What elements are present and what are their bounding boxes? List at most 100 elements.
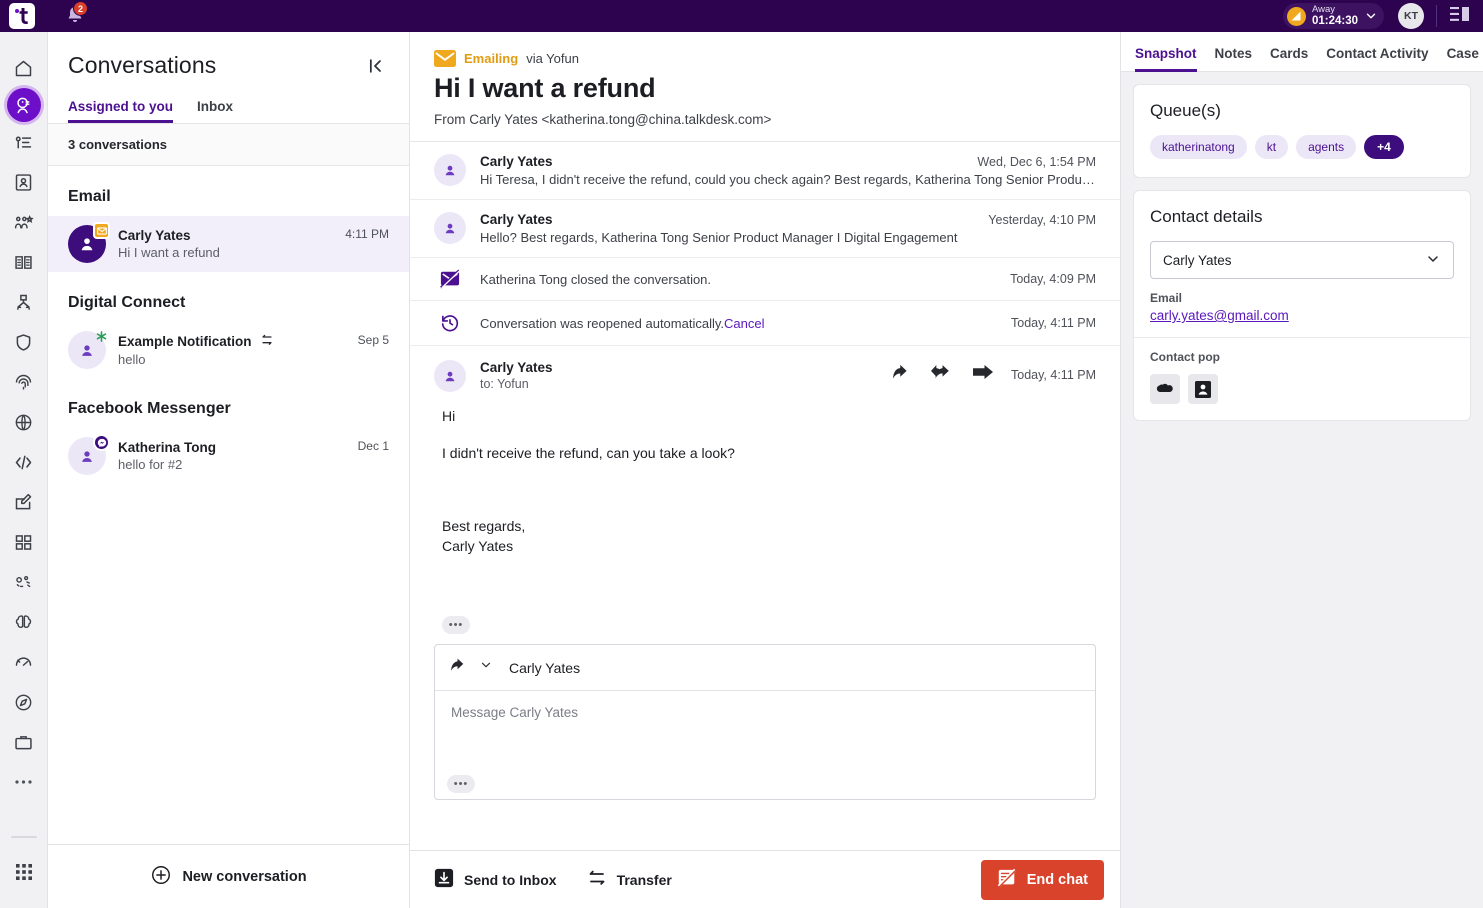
contact-pop-actions	[1134, 368, 1470, 420]
list-item-preview: Hi I want a refund	[118, 245, 220, 260]
end-chat-button[interactable]: End chat	[980, 859, 1104, 900]
performance-icon[interactable]	[4, 642, 44, 682]
app-grid-icon[interactable]	[4, 852, 44, 892]
transfer-label: Transfer	[616, 871, 672, 888]
composer-input-area[interactable]: Message Carly Yates •••	[435, 691, 1095, 799]
group-header-email: Email	[68, 188, 111, 205]
reply-icon[interactable]	[893, 363, 913, 386]
talkdesk-logo-icon[interactable]	[9, 3, 35, 29]
queue-chip[interactable]: katherinatong	[1150, 135, 1247, 159]
message-line-2: I didn't receive the refund, can you tak…	[442, 445, 735, 462]
queue-chip-more[interactable]: +4	[1364, 135, 1404, 159]
home-icon[interactable]	[4, 48, 44, 88]
list-item[interactable]: Carly Yates Hi I want a refund 4:11 PM	[48, 216, 409, 272]
forward-icon[interactable]	[973, 364, 993, 385]
tab-snapshot[interactable]: Snapshot	[1135, 46, 1197, 72]
routing-icon[interactable]	[4, 282, 44, 322]
chevron-down-icon	[1366, 13, 1376, 19]
notification-count-badge: 2	[73, 1, 88, 16]
thread-message-body: Carly Yates Wed, Dec 6, 1:54 PM Hi Teres…	[480, 154, 1096, 187]
send-to-inbox-icon	[434, 868, 454, 891]
message-line-1: Hi	[442, 408, 456, 424]
expanded-message-overflow-button[interactable]: •••	[442, 616, 470, 635]
list-item-body: Katherina Tong hello for #2	[118, 440, 346, 472]
send-to-inbox-button[interactable]: Send to Inbox	[434, 868, 557, 891]
conversation-list-header: Conversations	[48, 32, 409, 85]
studio-icon[interactable]	[4, 482, 44, 522]
contact-card-icon[interactable]	[1188, 374, 1218, 404]
composer-overflow-button[interactable]: •••	[447, 775, 475, 794]
cancel-reopen-link[interactable]: Cancel	[724, 316, 764, 331]
tab-assigned-to-you[interactable]: Assigned to you	[68, 99, 174, 123]
message-line-3: Best regards,	[442, 517, 526, 534]
app-root: 2 Away 01:24:30 KT Conversations Assigne…	[0, 0, 1483, 908]
group-header-digital-connect: Digital Connect	[68, 294, 186, 311]
conversation-list-tabs: Assigned to you Inbox	[48, 85, 409, 123]
customer-journey-icon[interactable]	[4, 202, 44, 242]
layout-toggle-icon[interactable]	[1449, 5, 1471, 28]
new-conversation-button[interactable]: New conversation	[48, 844, 409, 908]
list-item-time: Sep 5	[357, 333, 389, 347]
knowledge-base-icon[interactable]	[4, 242, 44, 282]
notifications-button[interactable]: 2	[63, 1, 88, 28]
contacts-icon[interactable]	[4, 162, 44, 202]
user-avatar[interactable]: KT	[1398, 3, 1424, 29]
tab-contact-activity[interactable]: Contact Activity	[1326, 46, 1428, 71]
thread-message-collapsed[interactable]: Carly Yates Yesterday, 4:10 PM Hello? Be…	[410, 200, 1120, 258]
top-bar-right: Away 01:24:30 KT	[1282, 0, 1483, 32]
away-status-icon	[1286, 6, 1306, 26]
quality-icon[interactable]	[4, 322, 44, 362]
end-chat-icon	[997, 868, 1017, 892]
expanded-message-sender: Carly Yates	[480, 360, 553, 375]
identity-icon[interactable]	[4, 362, 44, 402]
message-line-4: Carly Yates	[442, 537, 514, 554]
ai-brain-icon[interactable]	[4, 602, 44, 642]
apps-icon[interactable]	[4, 522, 44, 562]
agent-status-button[interactable]: Away 01:24:30	[1282, 3, 1384, 29]
list-item[interactable]: Example Notification hello Sep 5	[48, 322, 409, 378]
avatar	[68, 434, 110, 475]
conversation-reopened-icon	[434, 312, 466, 334]
composer-wrapper: Carly Yates Message Carly Yates •••	[410, 634, 1120, 801]
reply-all-icon[interactable]	[931, 363, 955, 386]
activities-icon[interactable]	[4, 122, 44, 162]
context-panel-content: Queue(s) katherinatong kt agents +4 Cont…	[1121, 72, 1483, 445]
expanded-message-header: Carly Yates to: Yofun Today, 4:11 PM	[434, 360, 1096, 392]
conversations-icon[interactable]	[6, 88, 41, 122]
queue-chip[interactable]: agents	[1296, 135, 1357, 159]
agent-status-label: Away	[1311, 3, 1336, 15]
list-item[interactable]: Katherina Tong hello for #2 Dec 1	[48, 428, 409, 484]
reply-icon[interactable]	[451, 657, 469, 678]
contact-email-label: Email	[1150, 291, 1183, 305]
tab-notes[interactable]: Notes	[1215, 46, 1253, 71]
conversation-list-scroll: Email Carly Yates Hi I want a refund 4:1…	[48, 166, 409, 844]
tab-inbox[interactable]: Inbox	[197, 99, 233, 123]
more-icon[interactable]	[4, 762, 44, 802]
contact-select[interactable]: Carly Yates	[1150, 241, 1454, 279]
workspace-icon[interactable]	[4, 722, 44, 762]
transfer-button[interactable]: Transfer	[587, 869, 672, 890]
thread-system-event: Katherina Tong closed the conversation. …	[410, 258, 1120, 301]
globe-icon[interactable]	[4, 402, 44, 442]
contact-email-link[interactable]: carly.yates@gmail.com	[1150, 308, 1454, 323]
conversation-header: Emailing via Yofun Hi I want a refund Fr…	[410, 32, 1120, 141]
chevron-down-icon[interactable]	[479, 658, 493, 677]
system-event-time: Today, 4:11 PM	[1011, 316, 1096, 330]
collapse-panel-icon[interactable]	[361, 52, 389, 85]
thread-message-time: Wed, Dec 6, 1:54 PM	[977, 155, 1096, 169]
queue-chip[interactable]: kt	[1254, 135, 1289, 159]
tab-cards[interactable]: Cards	[1270, 46, 1308, 71]
list-item-time: 4:11 PM	[345, 227, 389, 241]
composer-header: Carly Yates	[435, 645, 1095, 692]
thread-message-collapsed[interactable]: Carly Yates Wed, Dec 6, 1:54 PM Hi Teres…	[410, 142, 1120, 200]
transfer-icon	[260, 334, 274, 350]
developer-icon[interactable]	[4, 442, 44, 482]
thread-message-expanded: Carly Yates to: Yofun Today, 4:11 PM Hi …	[410, 346, 1120, 635]
salesforce-cloud-icon[interactable]	[1150, 374, 1180, 404]
page-title: Conversations	[68, 52, 217, 78]
tab-case[interactable]: Case	[1447, 46, 1479, 71]
list-item-body: Carly Yates Hi I want a refund	[118, 228, 333, 260]
explore-icon[interactable]	[4, 682, 44, 722]
automation-icon[interactable]	[4, 562, 44, 602]
message-blank-line	[442, 481, 1096, 499]
